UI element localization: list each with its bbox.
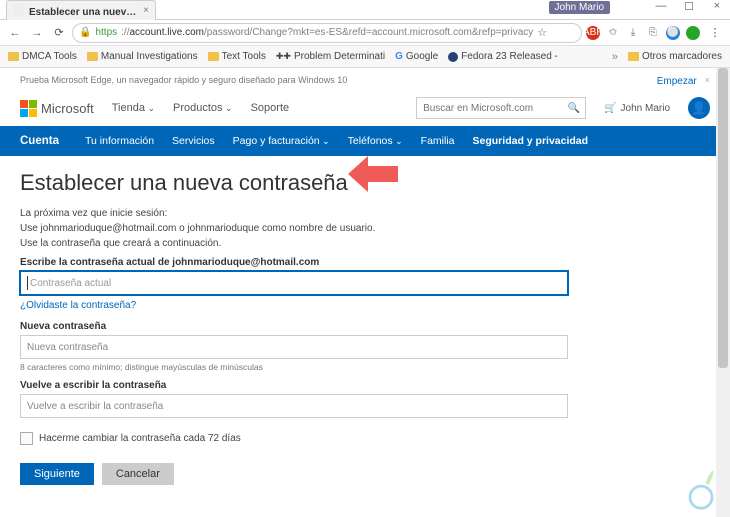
confirm-password-label: Vuelve a escribir la contraseña (20, 380, 710, 391)
other-bookmarks[interactable]: Otros marcadores (628, 51, 722, 62)
bookmark-item[interactable]: Text Tools (208, 51, 266, 62)
extension-icon[interactable]: ⎘ (646, 26, 660, 40)
annotation-arrow-icon (348, 156, 398, 197)
form-desc: La próxima vez que inicie sesión: (20, 208, 710, 219)
cancel-button[interactable]: Cancelar (102, 463, 174, 485)
address-bar[interactable]: 🔒 https ://account.live.com/password/Cha… (72, 23, 582, 43)
adblock-icon[interactable]: ABP (586, 26, 600, 40)
site-search[interactable]: 🔍 (416, 97, 586, 119)
browser-tab[interactable]: Establecer una nueva co × (6, 0, 156, 20)
expire-checkbox-row[interactable]: Hacerme cambiar la contraseña cada 72 dí… (20, 432, 710, 445)
tab-favicon (13, 4, 25, 16)
password-hint: 8 caracteres como mínimo; distingue mayú… (20, 362, 710, 372)
window-maximize-icon[interactable]: ☐ (680, 0, 698, 13)
window-titlebar: Establecer una nueva co × John Mario — ☐… (0, 0, 730, 20)
nav-back-icon[interactable]: ← (6, 27, 24, 39)
nav-forward-icon[interactable]: → (28, 27, 46, 39)
nav-item-active[interactable]: Seguridad y privacidad (473, 135, 589, 147)
avatar[interactable]: 👤 (688, 97, 710, 119)
tab-close-icon[interactable]: × (143, 5, 149, 16)
search-input[interactable] (417, 103, 563, 114)
new-password-input[interactable]: Nueva contraseña (20, 335, 568, 359)
nav-item[interactable]: Familia (421, 135, 455, 147)
nav-reload-icon[interactable]: ⟳ (50, 26, 68, 39)
edge-promo-banner: Prueba Microsoft Edge, un navegador rápi… (20, 68, 710, 90)
checkbox-icon[interactable] (20, 432, 33, 445)
cart-icon[interactable]: 🛒 (604, 103, 616, 114)
header-nav-item[interactable]: Tienda (112, 102, 155, 114)
bookmark-item[interactable]: ✚✚Problem Determinati (276, 51, 385, 62)
window-minimize-icon[interactable]: — (652, 0, 670, 13)
extension-icon[interactable]: ✩ (606, 26, 620, 40)
nav-item[interactable]: Pago y facturación (233, 135, 330, 147)
window-user-chip: John Mario (549, 1, 610, 14)
microsoft-logo[interactable]: Microsoft (20, 100, 94, 117)
nav-item[interactable]: Servicios (172, 135, 215, 147)
tab-title: Establecer una nueva co (29, 7, 139, 18)
bookmarks-bar: DMCA Tools Manual Investigations Text To… (0, 46, 730, 68)
nav-item[interactable]: Tu información (85, 135, 154, 147)
confirm-password-input[interactable]: Vuelve a escribir la contraseña (20, 394, 568, 418)
window-close-icon[interactable]: × (708, 0, 726, 13)
extension-icon[interactable] (686, 26, 700, 40)
checkbox-label: Hacerme cambiar la contraseña cada 72 dí… (39, 433, 241, 444)
submit-button[interactable]: Siguiente (20, 463, 94, 485)
url-text: ://account.live.com/password/Change?mkt=… (121, 27, 533, 38)
scrollbar[interactable] (716, 68, 730, 517)
promo-text: Prueba Microsoft Edge, un navegador rápi… (20, 75, 347, 85)
header-nav-item[interactable]: Soporte (251, 102, 290, 114)
extension-icon[interactable]: ⤓ (626, 26, 640, 40)
bookmarks-overflow-icon[interactable]: » (612, 51, 618, 63)
watermark-icon (678, 465, 724, 511)
scrollbar-thumb[interactable] (718, 68, 728, 368)
bookmark-item[interactable]: Fedora 23 Released - (448, 51, 558, 62)
extension-icons: ABP ✩ ⤓ ⎘ ⚪ ⋮ (586, 26, 724, 40)
account-nav: Cuenta Tu información Servicios Pago y f… (0, 126, 730, 156)
search-icon[interactable]: 🔍 (563, 103, 585, 114)
lock-icon: 🔒 (79, 27, 91, 38)
window-controls: — ☐ × (652, 0, 726, 13)
header-nav-item[interactable]: Productos (173, 102, 233, 114)
forgot-password-link[interactable]: ¿Olvidaste la contraseña? (20, 300, 136, 311)
extension-icon[interactable]: ⚪ (666, 26, 680, 40)
new-password-label: Nueva contraseña (20, 321, 710, 332)
browser-toolbar: ← → ⟳ 🔒 https ://account.live.com/passwo… (0, 20, 730, 46)
bookmark-item[interactable]: GGoogle (395, 51, 438, 62)
promo-close-icon[interactable]: × (705, 75, 710, 85)
cart-user[interactable]: 🛒 John Mario (604, 103, 670, 114)
site-header: Microsoft Tienda Productos Soporte 🔍 🛒 J… (20, 90, 710, 126)
menu-icon[interactable]: ⋮ (706, 26, 724, 39)
current-password-label: Escribe la contraseña actual de johnmari… (20, 257, 710, 268)
current-password-input[interactable]: Contraseña actual (20, 271, 568, 295)
bookmark-item[interactable]: DMCA Tools (8, 51, 77, 62)
page-content: Prueba Microsoft Edge, un navegador rápi… (0, 68, 730, 495)
promo-cta[interactable]: Empezar (657, 76, 697, 87)
main-form: Establecer una nueva contraseña La próxi… (20, 156, 710, 495)
bookmark-star-icon[interactable]: ☆ (537, 26, 547, 39)
nav-brand[interactable]: Cuenta (20, 135, 59, 147)
bookmark-item[interactable]: Manual Investigations (87, 51, 198, 62)
form-desc: Use la contraseña que creará a continuac… (20, 238, 710, 249)
nav-item[interactable]: Teléfonos (348, 135, 403, 147)
form-desc: Use johnmarioduque@hotmail.com o johnmar… (20, 223, 710, 234)
header-username: John Mario (621, 103, 670, 114)
url-scheme: https (95, 27, 117, 38)
